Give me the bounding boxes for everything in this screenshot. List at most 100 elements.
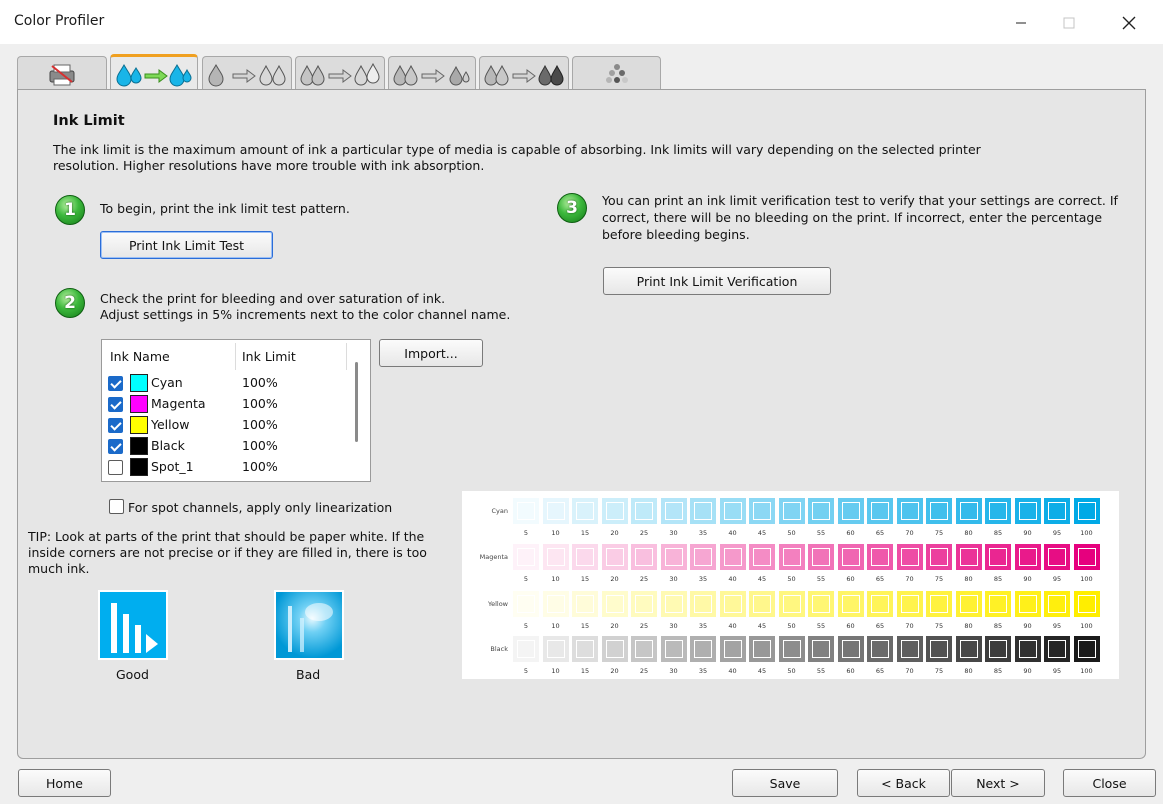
chart-patch-black-95 (1044, 636, 1070, 662)
ink-cyan-swatch (130, 374, 148, 392)
ink-row-cyan[interactable]: Cyan 100% (108, 373, 338, 393)
step-3-text-line-1: You can print an ink limit verification … (602, 193, 1118, 208)
ink-black-checkbox[interactable] (108, 439, 123, 454)
next-button[interactable]: Next > (951, 769, 1045, 797)
chart-patch-yellow-70 (896, 591, 923, 617)
ink-cyan-limit[interactable]: 100% (242, 375, 278, 390)
ink-cyan-name: Cyan (151, 375, 183, 390)
chart-patch-yellow-35 (690, 591, 716, 617)
tab-linearization[interactable] (202, 56, 292, 90)
ink-magenta-checkbox[interactable] (108, 397, 123, 412)
chart-patch-magenta-90 (1014, 544, 1041, 570)
chart-step-label: 100 (1080, 529, 1093, 537)
home-button[interactable]: Home (18, 769, 111, 797)
chart-step-label: 35 (698, 667, 708, 675)
close-button[interactable]: Close (1063, 769, 1156, 797)
chart-patch-magenta-35 (690, 544, 716, 570)
print-ink-limit-test-button[interactable]: Print Ink Limit Test (100, 231, 273, 259)
chart-step-label: 45 (757, 667, 767, 675)
chart-patch-cyan-65 (867, 498, 893, 524)
ink-spot-1-checkbox[interactable] (108, 460, 123, 475)
spot-linearization-label[interactable]: For spot channels, apply only linearizat… (128, 500, 392, 515)
step-3-text-line-2: correct, there will be no bleeding on th… (602, 210, 1103, 225)
chart-patch-yellow-85 (985, 591, 1011, 617)
chart-patch-yellow-25 (631, 591, 657, 617)
ink-yellow-limit[interactable]: 100% (242, 417, 278, 432)
chart-patch-inner-corner (812, 502, 830, 520)
chart-row-label-yellow: Yellow (487, 600, 508, 608)
chart-patch-inner-corner (812, 595, 830, 613)
ink-magenta-limit[interactable]: 100% (242, 396, 278, 411)
chart-patch-inner-corner (1077, 640, 1096, 658)
chart-patch-inner-corner (576, 595, 594, 613)
ink-yellow-checkbox[interactable] (108, 418, 123, 433)
chart-step-label: 30 (669, 529, 678, 537)
tab-icc-profile[interactable] (295, 56, 385, 90)
chart-patch-inner-corner (782, 548, 801, 566)
ink-row-spot-1[interactable]: Spot_1 100% (108, 457, 338, 477)
step-2-text-line-1: Check the print for bleeding and over sa… (100, 291, 446, 306)
import-button[interactable]: Import... (379, 339, 483, 367)
chart-patch-inner-corner (605, 502, 624, 520)
print-ink-limit-verification-button[interactable]: Print Ink Limit Verification (603, 267, 831, 295)
chart-patch-inner-corner (841, 640, 860, 658)
tip-line-3: much ink. (28, 561, 90, 576)
ink-row-yellow[interactable]: Yellow 100% (108, 415, 338, 435)
tab-gray-balance[interactable] (388, 56, 476, 90)
chart-patch-cyan-80 (955, 498, 982, 524)
chart-patch-black-30 (660, 636, 687, 662)
chart-patch-inner-corner (1077, 548, 1096, 566)
chart-patch-black-5 (513, 636, 539, 662)
chart-patch-inner-corner (841, 548, 860, 566)
column-header-ink-name[interactable]: Ink Name (110, 349, 170, 364)
minimize-icon (1016, 22, 1026, 24)
chart-step-label: 75 (934, 529, 944, 537)
chart-step-label: 80 (964, 622, 973, 630)
section-title: Ink Limit (53, 113, 125, 129)
tab-ink-limit[interactable] (110, 54, 198, 90)
chart-patch-black-25 (631, 636, 657, 662)
chart-step-label: 15 (580, 529, 590, 537)
chart-patch-inner-corner (900, 502, 919, 520)
ink-row-magenta[interactable]: Magenta 100% (108, 394, 338, 414)
step-2-badge: 2 (55, 288, 85, 318)
maximize-button[interactable] (1046, 8, 1092, 38)
column-header-ink-limit[interactable]: Ink Limit (242, 349, 296, 364)
chart-step-label: 55 (816, 622, 826, 630)
ink-cyan-checkbox[interactable] (108, 376, 123, 391)
chart-step-label: 25 (639, 622, 649, 630)
tab-black-ink[interactable] (479, 56, 569, 90)
ink-row-black[interactable]: Black 100% (108, 436, 338, 456)
tab-save-profile[interactable] (572, 56, 661, 90)
section-description-line-2: resolution. Higher resolutions have more… (53, 158, 485, 173)
chart-patch-magenta-60 (837, 544, 864, 570)
chart-step-label: 100 (1080, 575, 1093, 583)
good-example-image (98, 590, 168, 660)
chart-patch-black-15 (572, 636, 598, 662)
chart-patch-inner-corner (635, 640, 653, 658)
chart-row-label-cyan: Cyan (491, 507, 509, 515)
chart-patch-magenta-30 (660, 544, 687, 570)
chart-step-label: 100 (1080, 622, 1093, 630)
chart-step-label: 40 (728, 622, 737, 630)
ink-limit-list[interactable]: Ink Name Ink Limit Cyan 100% Magenta 100… (101, 339, 371, 482)
ink-spot-1-limit[interactable]: 100% (242, 459, 278, 474)
chart-patch-cyan-40 (719, 498, 746, 524)
ink-black-limit[interactable]: 100% (242, 438, 278, 453)
chart-step-label: 5 (523, 575, 529, 583)
chart-step-label: 30 (669, 575, 678, 583)
back-button[interactable]: < Back (857, 769, 950, 797)
chart-patch-magenta-25 (631, 544, 657, 570)
chart-patch-inner-corner (694, 640, 712, 658)
save-button[interactable]: Save (732, 769, 838, 797)
spot-linearization-checkbox[interactable] (109, 499, 124, 514)
chart-step-label: 75 (934, 575, 944, 583)
ink-list-scrollbar[interactable] (355, 362, 358, 442)
close-window-button[interactable] (1106, 8, 1152, 38)
chart-step-label: 70 (905, 622, 914, 630)
tab-printer-media[interactable] (17, 56, 107, 90)
minimize-button[interactable] (998, 8, 1044, 38)
chart-patch-inner-corner (546, 640, 565, 658)
chart-patch-inner-corner (900, 548, 919, 566)
chart-step-label: 20 (610, 575, 619, 583)
